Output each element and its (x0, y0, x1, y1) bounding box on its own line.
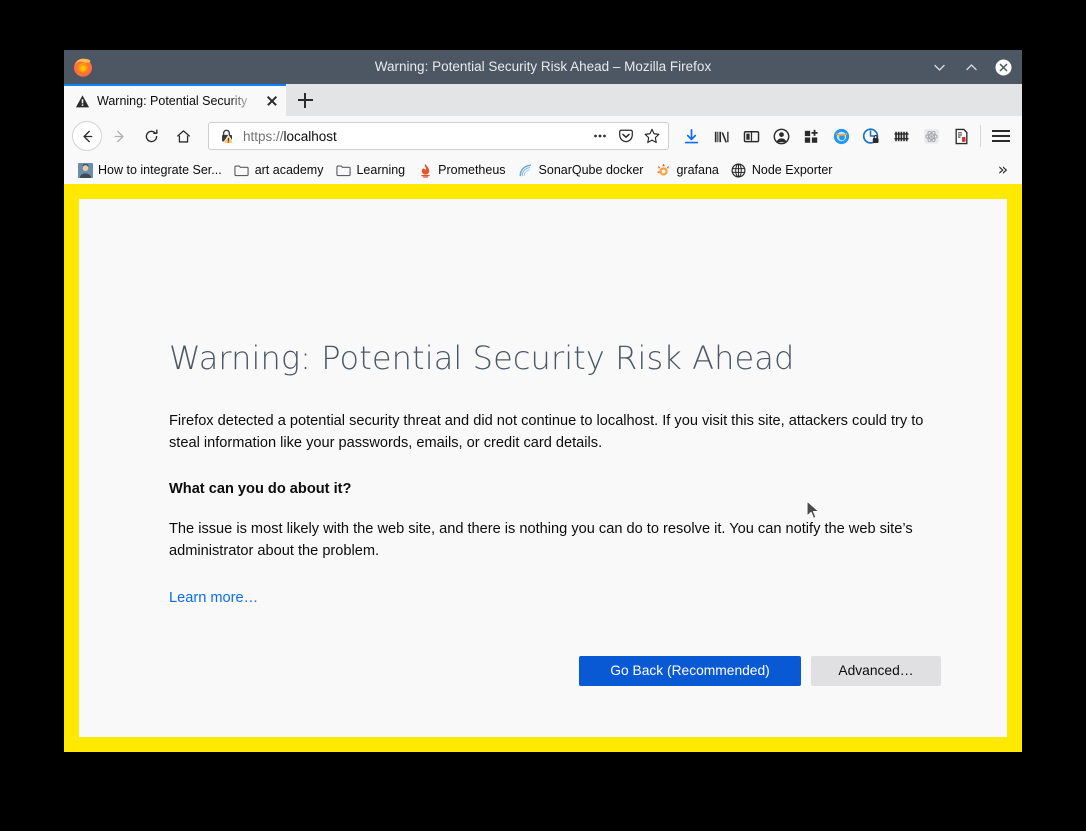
library-icon[interactable] (709, 124, 733, 148)
hamburger-menu-icon[interactable] (988, 123, 1014, 149)
bookmarks-overflow-icon[interactable]: » (992, 160, 1014, 180)
url-scheme: https:// (243, 128, 284, 144)
tab-label: Warning: Potential Security (97, 94, 248, 108)
extension-barcode-icon[interactable] (889, 124, 913, 148)
bookmark-how-to-integrate-ser[interactable]: How to integrate Ser... (72, 160, 227, 180)
account-icon[interactable] (769, 124, 793, 148)
warning-triangle-icon (74, 93, 90, 109)
bookmark-sonarqube-docker[interactable]: SonarQube docker (513, 160, 649, 180)
url-text[interactable]: https://localhost (243, 129, 584, 144)
error-page-content: Warning: Potential Security Risk Ahead F… (169, 339, 945, 686)
page-title: Warning: Potential Security Risk Ahead (169, 339, 795, 377)
globe-favicon (731, 162, 747, 178)
bookmark-prometheus[interactable]: Prometheus (412, 160, 510, 180)
go-back-button[interactable]: Go Back (Recommended) (579, 655, 801, 686)
back-button[interactable] (72, 121, 102, 151)
error-page-warning-frame: Warning: Potential Security Risk Ahead F… (64, 184, 1022, 752)
extension-privacy-icon[interactable] (859, 124, 883, 148)
close-icon[interactable] (264, 93, 280, 109)
window-titlebar: Warning: Potential Security Risk Ahead –… (64, 50, 1022, 84)
bookmark-label: Node Exporter (751, 163, 833, 177)
bookmark-label: grafana (676, 163, 719, 177)
error-description-paragraph: Firefox detected a potential security th… (169, 413, 924, 451)
learn-more-link[interactable]: Learn more… (169, 590, 258, 606)
bookmark-art-academy[interactable]: art academy (229, 160, 329, 180)
lock-warning-icon[interactable] (217, 126, 237, 146)
url-host: localhost (283, 128, 337, 144)
error-subheading: What can you do about it? (169, 480, 352, 497)
minimize-button[interactable] (931, 59, 948, 76)
extension-react-icon[interactable] (919, 124, 943, 148)
extension-grid-icon[interactable] (799, 124, 823, 148)
navigation-toolbar: https://localhost (64, 116, 1022, 156)
forward-button[interactable] (104, 121, 134, 151)
bookmark-node-exporter[interactable]: Node Exporter (726, 160, 838, 180)
close-button[interactable] (995, 59, 1012, 76)
grafana-favicon (655, 162, 671, 178)
bookmark-grafana[interactable]: grafana (650, 160, 723, 180)
tab-strip: Warning: Potential Security (64, 84, 1022, 116)
sonarqube-favicon (518, 162, 534, 178)
folder-icon (335, 162, 351, 178)
pocket-icon[interactable] (616, 126, 636, 146)
star-icon[interactable] (642, 126, 662, 146)
bookmark-label: How to integrate Ser... (98, 163, 222, 177)
home-button[interactable] (168, 121, 198, 151)
prometheus-favicon (417, 162, 433, 178)
error-page-body: Warning: Potential Security Risk Ahead F… (79, 199, 1007, 737)
bookmark-label: SonarQube docker (538, 163, 644, 177)
window-controls (931, 59, 1012, 76)
bookmark-label: Prometheus (438, 163, 506, 177)
avatar-favicon (77, 162, 93, 178)
error-advice-paragraph: The issue is most likely with the web si… (169, 520, 913, 559)
extension-document-icon[interactable] (949, 124, 973, 148)
toolbar-icon-group (679, 124, 973, 148)
reload-button[interactable] (136, 121, 166, 151)
sidebar-icon[interactable] (739, 124, 763, 148)
bookmark-learning[interactable]: Learning (330, 160, 410, 180)
firefox-window: Warning: Potential Security Risk Ahead –… (64, 50, 1022, 752)
bookmarks-toolbar: How to integrate Ser... art academy Lear… (64, 156, 1022, 184)
ellipsis-icon[interactable] (590, 126, 610, 146)
new-tab-button[interactable] (286, 84, 324, 116)
advanced-button[interactable]: Advanced… (811, 655, 941, 686)
bookmark-label: Learning (356, 163, 406, 177)
folder-icon (234, 162, 250, 178)
error-page-actions: Go Back (Recommended) Advanced… (169, 655, 941, 686)
extension-globe-icon[interactable] (829, 124, 853, 148)
maximize-button[interactable] (963, 59, 980, 76)
bookmark-label: art academy (254, 163, 324, 177)
firefox-logo-icon (72, 56, 94, 78)
downloads-icon[interactable] (679, 124, 703, 148)
window-title: Warning: Potential Security Risk Ahead –… (374, 59, 712, 74)
tab-warning-potential-security[interactable]: Warning: Potential Security (64, 84, 286, 116)
url-bar[interactable]: https://localhost (208, 122, 669, 150)
toolbar-divider (980, 125, 981, 147)
